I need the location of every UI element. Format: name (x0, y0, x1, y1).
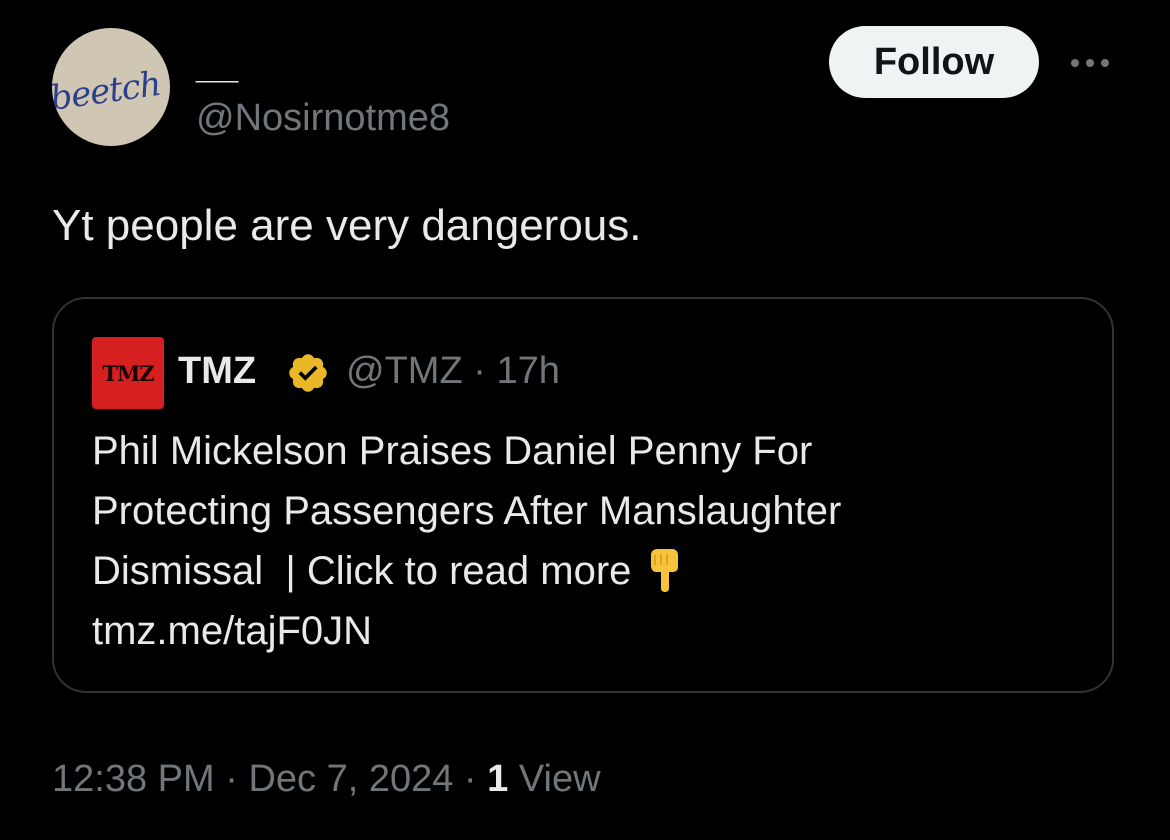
quoted-text-line: Protecting Passengers After Manslaughter (92, 489, 842, 533)
quoted-text-segment: Dismissal | Click to read more (92, 549, 632, 593)
quoted-text-line: Dismissal | Click to read more (92, 541, 1092, 601)
pointing-down-hand-icon (651, 549, 679, 593)
footer-separator: · (463, 758, 477, 800)
display-name[interactable]: __ (196, 46, 238, 86)
tweet-time[interactable]: 12:38 PM (52, 758, 215, 800)
avatar[interactable]: beetch (52, 28, 170, 146)
author-handle[interactable]: @Nosirnotme8 (196, 96, 450, 140)
more-horizontal-icon (1101, 59, 1109, 67)
verified-badge-icon (289, 354, 327, 392)
quoted-tweet-text: Phil Mickelson Praises Daniel Penny For … (92, 421, 1092, 661)
more-horizontal-icon (1086, 59, 1094, 67)
tweet-date[interactable]: Dec 7, 2024 (248, 758, 453, 800)
quoted-tweet-card[interactable]: TMZ TMZ @TMZ · 17h Phil Mickelson Praise… (52, 297, 1114, 693)
views-label[interactable]: View (519, 758, 601, 800)
tweet-footer: 12:38 PM · Dec 7, 2024 · 1 View (52, 756, 601, 802)
follow-button[interactable]: Follow (829, 26, 1039, 98)
quoted-text-line: Phil Mickelson Praises Daniel Penny For (92, 429, 813, 473)
quoted-display-name[interactable]: TMZ (178, 349, 256, 393)
tmz-logo-text: TMZ (102, 360, 154, 386)
more-options-button[interactable] (1060, 46, 1120, 80)
quoted-handle[interactable]: @TMZ (346, 350, 463, 392)
tmz-logo[interactable]: TMZ (92, 337, 164, 409)
quoted-time[interactable]: 17h (496, 350, 559, 392)
more-horizontal-icon (1071, 59, 1079, 67)
views-count[interactable]: 1 (487, 758, 508, 800)
meta-separator: · (473, 350, 486, 392)
tweet-text: Yt people are very dangerous. (52, 201, 642, 250)
avatar-text: beetch (52, 63, 163, 119)
quoted-tweet-meta[interactable]: @TMZ · 17h (346, 349, 560, 393)
footer-separator: · (225, 758, 238, 800)
quoted-link[interactable]: tmz.me/tajF0JN (92, 601, 1092, 661)
